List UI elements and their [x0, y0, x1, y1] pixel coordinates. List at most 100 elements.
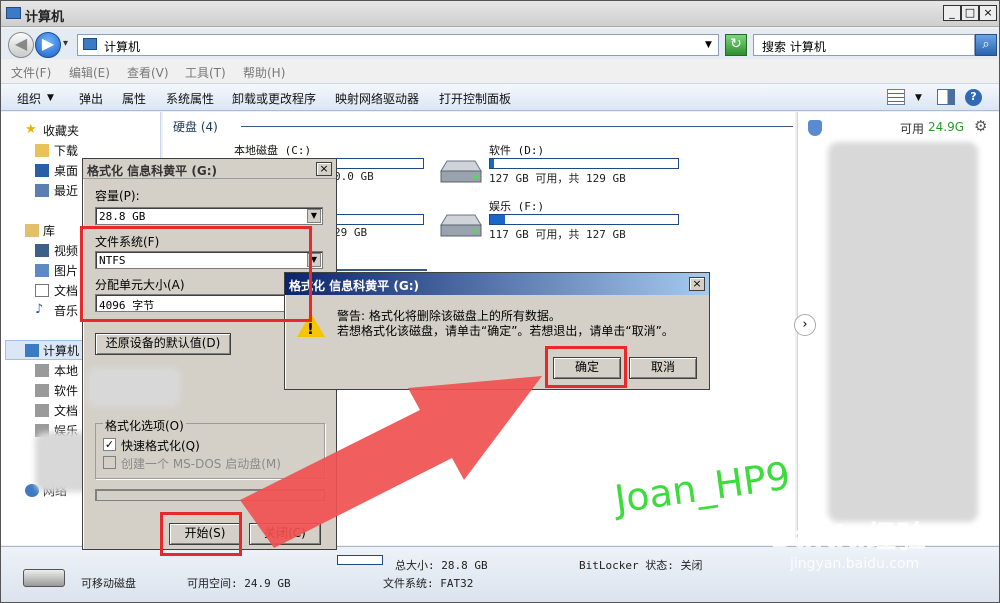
drive-c-info: 0.0 GB	[334, 170, 374, 183]
warning-exclamation-icon: !	[307, 320, 314, 338]
address-dropdown-icon[interactable]: ▼	[705, 40, 712, 50]
video-icon	[35, 244, 49, 257]
quick-format-checkbox[interactable]: ✓	[103, 438, 116, 451]
menu-view[interactable]: 查看(V)	[127, 64, 169, 81]
nav-favorites[interactable]: 收藏夹	[43, 122, 79, 139]
quick-format-label: 快速格式化(Q)	[121, 439, 200, 453]
menu-edit[interactable]: 编辑(E)	[69, 64, 110, 81]
status-filesystem: 文件系统: FAT32	[383, 577, 474, 590]
warning-dialog-close-icon[interactable]: ×	[689, 277, 705, 291]
maximize-button[interactable]: □	[961, 5, 979, 21]
properties-button[interactable]: 属性	[122, 90, 146, 107]
eject-button[interactable]: 弹出	[79, 90, 103, 107]
format-options-label: 格式化选项(O)	[103, 417, 186, 434]
blurred-region	[828, 142, 978, 522]
library-icon	[25, 224, 39, 237]
desktop-icon	[35, 164, 49, 177]
search-placeholder: 搜索 计算机	[762, 40, 826, 54]
address-field[interactable]: 计算机	[77, 34, 719, 56]
back-arrow-icon[interactable]: ◀	[8, 32, 34, 58]
nav-downloads[interactable]: 下载	[54, 142, 78, 159]
preview-pane-icon[interactable]	[937, 89, 955, 105]
pictures-icon	[35, 264, 49, 277]
nav-library[interactable]: 库	[43, 222, 55, 239]
gear-icon[interactable]: ⚙	[974, 117, 987, 135]
nav-software[interactable]: 软件	[54, 382, 78, 399]
menu-tools[interactable]: 工具(T)	[185, 64, 226, 81]
close-button[interactable]: ×	[979, 5, 997, 21]
hard-drive-icon	[437, 213, 483, 239]
nav-music[interactable]: 音乐	[54, 302, 78, 319]
system-properties-button[interactable]: 系统属性	[166, 90, 214, 107]
nav-videos[interactable]: 视频	[54, 242, 78, 259]
drive-d-name[interactable]: 软件 (D:)	[489, 142, 544, 158]
menu-help[interactable]: 帮助(H)	[243, 64, 285, 81]
highlight-filesystem-box	[80, 226, 312, 322]
capacity-select[interactable]: 28.8 GB ▼	[95, 207, 323, 225]
format-dialog-titlebar[interactable]: 格式化 信息科黄平 (G:) ×	[83, 159, 336, 179]
warning-dialog-titlebar[interactable]: 格式化 信息科黄平 (G:) ×	[285, 273, 709, 295]
nav-documents-drive[interactable]: 文档	[54, 402, 78, 419]
removable-disk-icon	[23, 569, 65, 587]
organize-dropdown-icon: ▼	[47, 93, 54, 103]
search-input[interactable]: 搜索 计算机	[753, 34, 975, 56]
command-bar: 组织 ▼ 弹出 属性 系统属性 卸载或更改程序 映射网络驱动器 打开控制面板 ▼…	[1, 83, 999, 111]
drive-f-name[interactable]: 娱乐 (F:)	[489, 198, 544, 214]
restore-defaults-button[interactable]: 还原设备的默认值(D)	[95, 333, 231, 355]
recent-icon	[35, 184, 49, 197]
computer-icon	[83, 38, 97, 50]
baidu-watermark: Baidu经验	[770, 520, 927, 555]
hard-disk-group-header[interactable]: 硬盘 (4)	[173, 118, 218, 135]
nav-local-disk[interactable]: 本地	[54, 362, 78, 379]
free-value: 24.9G	[928, 120, 965, 134]
uninstall-button[interactable]: 卸载或更改程序	[232, 90, 316, 107]
refresh-icon[interactable]: ↻	[725, 34, 747, 56]
chevron-down-icon[interactable]: ▼	[307, 209, 321, 223]
help-icon[interactable]: ?	[965, 89, 982, 106]
warning-line-2: 若想格式化该磁盘，请单击“确定”。若想退出，请单击“取消”。	[337, 324, 674, 338]
drive-icon	[35, 404, 49, 417]
nav-computer[interactable]: 计算机	[43, 342, 79, 359]
view-dropdown-icon[interactable]: ▼	[915, 93, 922, 103]
search-icon[interactable]: ⌕	[975, 34, 997, 56]
title-bar[interactable]: 计算机 _ □ ×	[1, 1, 999, 27]
nav-desktop[interactable]: 桌面	[54, 162, 78, 179]
organize-button[interactable]: 组织	[17, 90, 41, 107]
drive-c-name[interactable]: 本地磁盘 (C:)	[234, 142, 311, 158]
drive-e-info: 29 GB	[334, 226, 368, 239]
drive-f-usage-bar	[489, 214, 679, 225]
msdos-checkbox[interactable]	[103, 456, 116, 469]
document-icon	[35, 284, 49, 297]
blurred-region	[87, 367, 181, 407]
drive-icon	[35, 384, 49, 397]
status-device: 可移动磁盘	[81, 577, 136, 590]
shield-icon	[808, 120, 822, 136]
status-bitlocker: BitLocker 状态: 关闭	[579, 559, 703, 572]
capacity-value: 28.8 GB	[99, 210, 146, 223]
cancel-button[interactable]: 取消	[629, 357, 697, 379]
minimize-button[interactable]: _	[943, 5, 961, 21]
nav-recent[interactable]: 最近	[54, 182, 78, 199]
format-dialog-close-icon[interactable]: ×	[316, 162, 332, 176]
forward-arrow-icon[interactable]: ▶	[35, 32, 61, 58]
free-label: 可用	[900, 122, 925, 136]
map-network-drive-button[interactable]: 映射网络驱动器	[335, 90, 419, 107]
computer-icon	[25, 344, 39, 357]
menu-file[interactable]: 文件(F)	[11, 64, 51, 81]
drive-f-fill	[490, 215, 506, 224]
address-path: 计算机	[104, 40, 141, 54]
control-panel-button[interactable]: 打开控制面板	[439, 90, 511, 107]
drive-d-usage-bar	[489, 158, 679, 169]
nav-documents[interactable]: 文档	[54, 282, 78, 299]
pane-toggle-icon[interactable]: ›	[794, 314, 816, 336]
details-pane: 可用 24.9G ⚙ ›	[794, 112, 999, 545]
format-dialog-title: 格式化 信息科黄平 (G:)	[87, 164, 217, 178]
address-bar: ◀ ▶ ▾ 计算机 ▼ ↻ 搜索 计算机 ⌕	[1, 29, 999, 59]
hard-drive-icon	[437, 159, 483, 185]
baidu-url-watermark: jingyan.baidu.com	[790, 556, 920, 572]
drive-icon	[35, 364, 49, 377]
music-icon: ♪	[35, 302, 44, 317]
history-dropdown-icon[interactable]: ▾	[63, 38, 68, 49]
view-options-icon[interactable]	[887, 89, 905, 105]
nav-pictures[interactable]: 图片	[54, 262, 78, 279]
